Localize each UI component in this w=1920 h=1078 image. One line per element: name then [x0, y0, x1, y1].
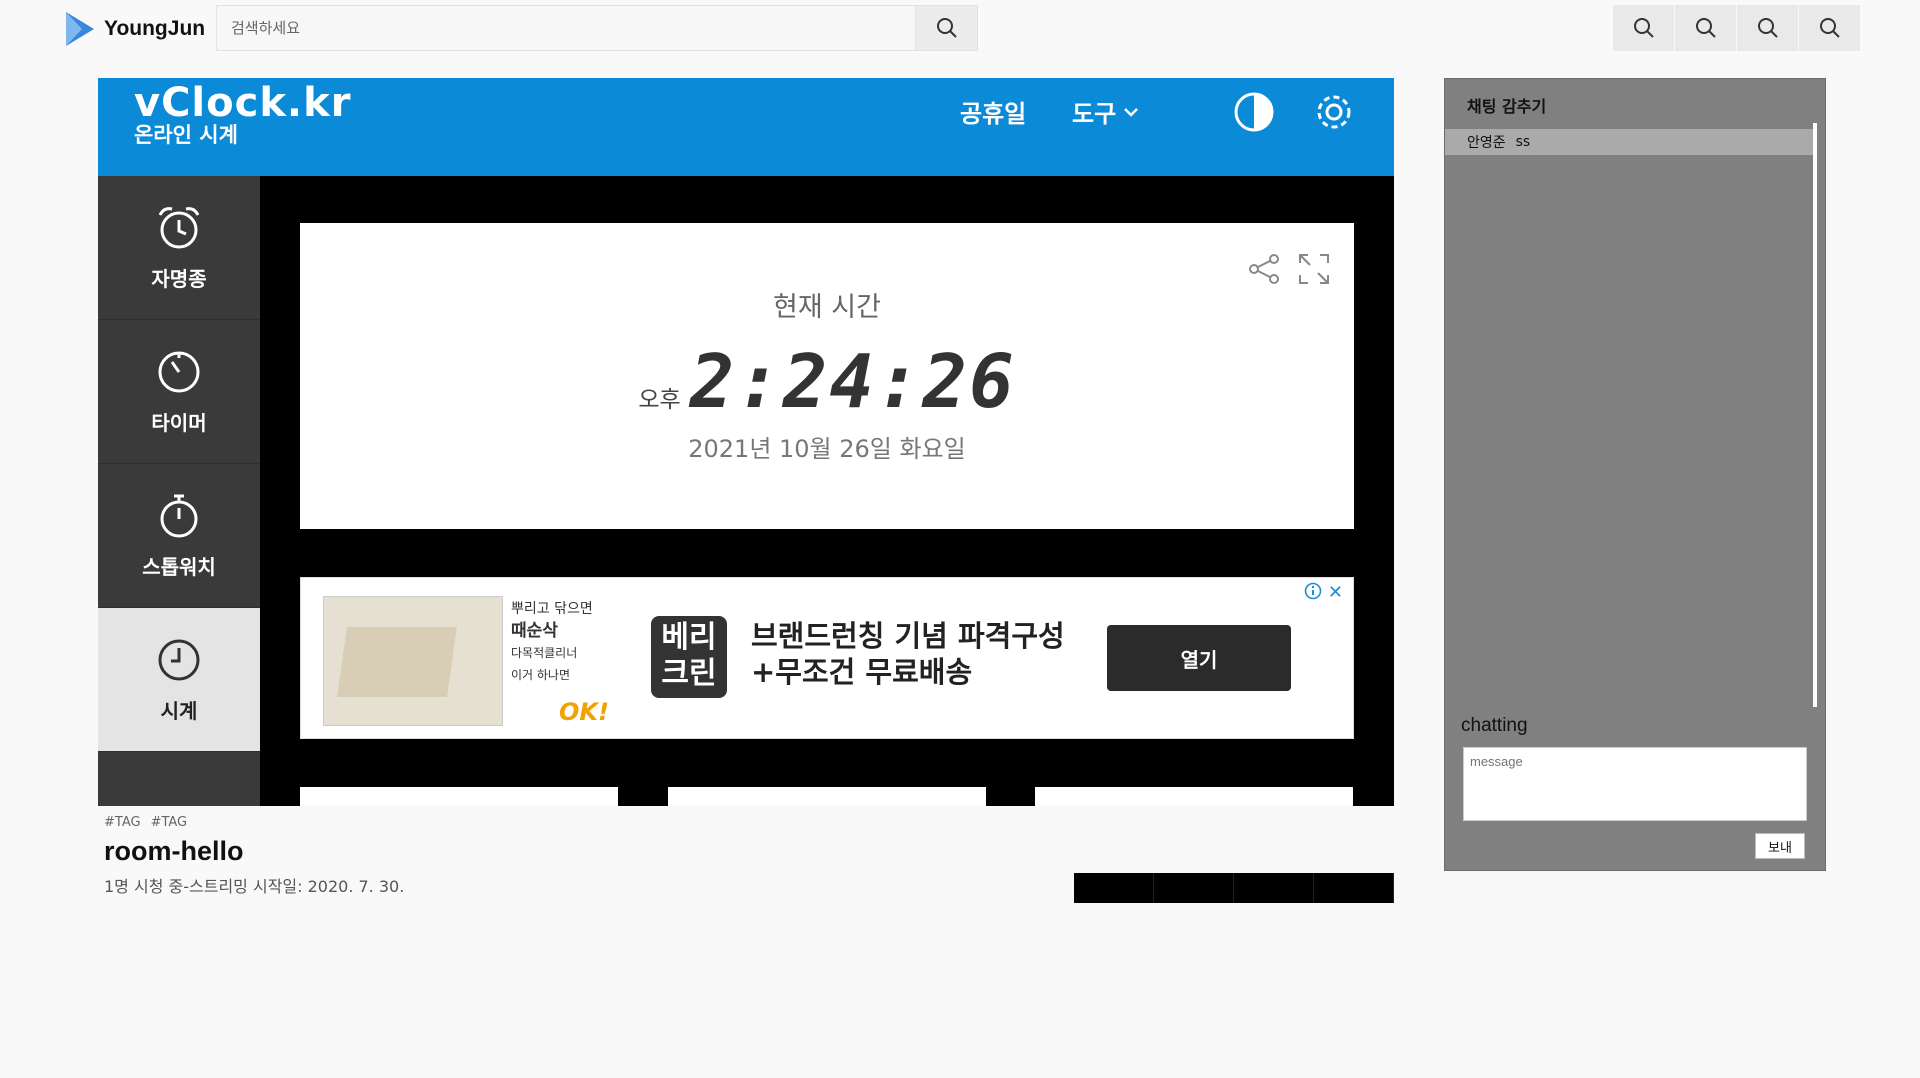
ad-brand-logo: 베리 크린: [651, 616, 727, 698]
clock-date: 2021년 10월 26일 화요일: [688, 435, 966, 463]
search-button[interactable]: [915, 6, 977, 50]
chat-panel: 채팅 감추기 안영준 ss chatting 보내: [1444, 78, 1826, 871]
chat-text: ss: [1515, 134, 1531, 150]
card-strip: [1035, 787, 1353, 806]
chat-scrollbar[interactable]: [1813, 123, 1817, 707]
contrast-icon[interactable]: [1232, 90, 1276, 134]
ad-side-text: 뿌리고 닦으면 때순삭 다목적클리너 이거 하나면: [511, 598, 621, 686]
ad-close-icon[interactable]: ✕: [1328, 582, 1343, 603]
room-tags: #TAG #TAG: [104, 815, 187, 830]
info-icon[interactable]: [1304, 582, 1322, 600]
ad-open-button[interactable]: 열기: [1107, 625, 1291, 691]
room-meta: 1명 시청 중-스트리밍 시작일: 2020. 7. 30.: [104, 877, 405, 896]
vclock-brand-name: vClock.kr: [134, 80, 352, 126]
ad-side-line: 이거 하나면: [511, 668, 571, 682]
sidebar-item-timer[interactable]: 타이머: [98, 320, 260, 464]
clock-time: 오후 2:24:26: [300, 339, 1354, 425]
vclock-sidebar: 자명종 타이머 스톱워치 시계: [98, 176, 260, 806]
room-tag[interactable]: #TAG: [104, 815, 141, 830]
ad-headline: 브랜드런칭 기념 파격구성 +무조건 무료배송: [751, 618, 1065, 690]
timer-icon: [158, 351, 200, 393]
control-slot[interactable]: [1074, 873, 1154, 903]
stream-controls-bar: [1074, 873, 1394, 903]
ad-controls: ✕: [1304, 582, 1343, 603]
chevron-down-icon: [1124, 107, 1139, 117]
zoom-controls: [1613, 5, 1861, 51]
chat-message: 안영준 ss: [1445, 129, 1817, 155]
stopwatch-icon: [160, 494, 198, 538]
ad-side-line: 때순삭: [511, 621, 558, 641]
clock-card: 현재 시간 오후 2:24:26 2021년 10월 26일 화요일: [300, 223, 1354, 529]
sidebar-item-label: 스톱워치: [142, 555, 216, 579]
search-icon: [936, 18, 957, 38]
chat-hide-toggle[interactable]: 채팅 감추기: [1467, 93, 1546, 117]
sidebar-item-alarm[interactable]: 자명종: [98, 176, 260, 320]
room-title: room-hello: [104, 836, 244, 866]
site-brand: YoungJun: [104, 17, 206, 40]
sidebar-item-label: 자명종: [151, 267, 207, 291]
sidebar-item-clock[interactable]: 시계: [98, 608, 260, 752]
zoom-button-3[interactable]: [1737, 5, 1799, 51]
card-strip: [300, 787, 618, 806]
control-slot[interactable]: [1314, 873, 1394, 903]
search-icon: [1695, 18, 1716, 38]
nav-holiday[interactable]: 공휴일: [960, 94, 1026, 129]
fullscreen-icon[interactable]: [1296, 251, 1332, 287]
vclock-brand[interactable]: vClock.kr 온라인 시계: [134, 80, 351, 146]
sidebar-item-label: 시계: [160, 699, 198, 723]
ad-side-line: 다목적클리너: [511, 646, 578, 660]
chat-input-label: chatting: [1461, 715, 1528, 736]
sidebar-item-stopwatch[interactable]: 스톱워치: [98, 464, 260, 608]
clock-icon: [158, 639, 200, 681]
vclock-header: vClock.kr 온라인 시계 공휴일 도구: [98, 78, 1394, 176]
sidebar-item-label: 타이머: [151, 411, 207, 435]
chat-user: 안영준: [1467, 135, 1506, 151]
search-input[interactable]: [217, 6, 915, 50]
ad-side-line: 뿌리고 닦으면: [511, 601, 593, 617]
search-bar: [216, 5, 978, 51]
zoom-button-4[interactable]: [1799, 5, 1861, 51]
clock-digits: 2:24:26: [689, 339, 1016, 425]
card-strip: [668, 787, 986, 806]
nav-tools[interactable]: 도구: [1072, 94, 1140, 129]
share-icon[interactable]: [1246, 251, 1282, 287]
chat-message-list: 안영준 ss: [1445, 129, 1817, 707]
search-icon: [1819, 18, 1840, 38]
control-slot[interactable]: [1234, 873, 1314, 903]
card-actions: [1246, 251, 1332, 287]
search-icon: [1633, 18, 1654, 38]
clock-ampm: 오후: [638, 387, 681, 413]
zoom-button-1[interactable]: [1613, 5, 1675, 51]
nav-tools-label: 도구: [1072, 100, 1117, 128]
ad-side-ok: OK!: [559, 698, 609, 726]
play-logo-icon: [66, 12, 94, 46]
chat-send-button[interactable]: 보내: [1755, 833, 1805, 859]
stream-view[interactable]: vClock.kr 온라인 시계 공휴일 도구 자명종 타이머 스톱워치 시계 …: [98, 78, 1394, 806]
alarm-icon: [158, 207, 200, 249]
room-tag[interactable]: #TAG: [151, 815, 188, 830]
search-icon: [1757, 18, 1778, 38]
zoom-button-2[interactable]: [1675, 5, 1737, 51]
ad-product-image: [323, 596, 503, 726]
gear-icon[interactable]: [1312, 90, 1356, 134]
clock-label: 현재 시간: [773, 292, 881, 323]
chat-message-input[interactable]: [1463, 747, 1807, 821]
ad-headline-line: 브랜드런칭 기념 파격구성: [751, 619, 1065, 653]
ad-banner[interactable]: 뿌리고 닦으면 때순삭 다목적클리너 이거 하나면 OK! 베리 크린 브랜드런…: [300, 577, 1354, 739]
vclock-brand-sub: 온라인 시계: [134, 123, 238, 147]
control-slot[interactable]: [1154, 873, 1234, 903]
ad-headline-line: +무조건 무료배송: [751, 655, 973, 689]
site-logo[interactable]: YoungJun: [62, 10, 205, 48]
